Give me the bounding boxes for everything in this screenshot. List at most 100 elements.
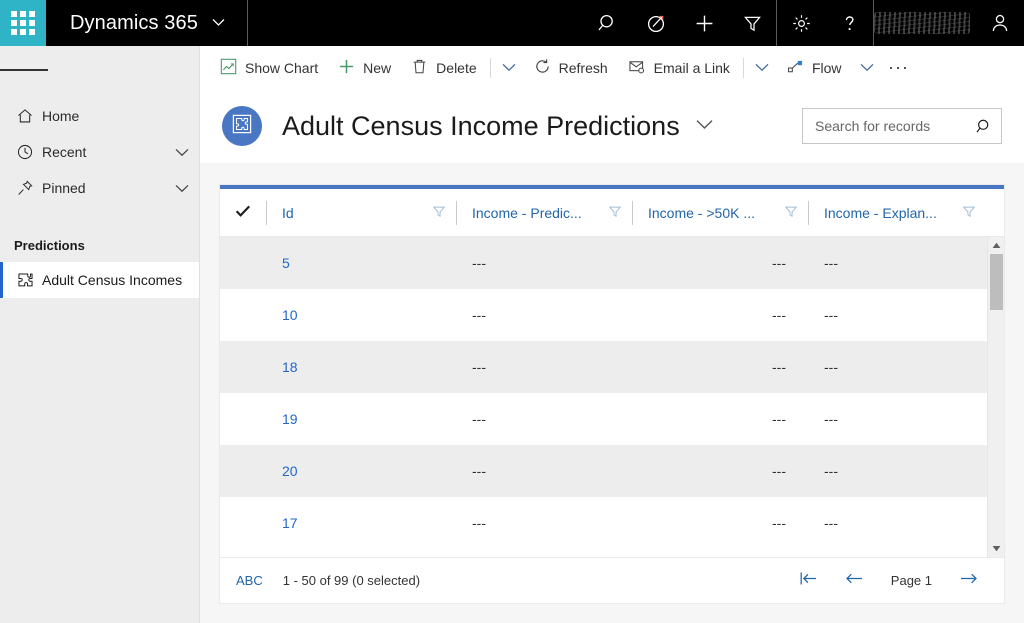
more-commands-button[interactable]: ···: [882, 46, 916, 89]
chevron-down-icon: [755, 59, 769, 77]
filter-funnel-icon[interactable]: [962, 204, 976, 221]
previous-page-button[interactable]: [835, 564, 875, 598]
user-avatar-button[interactable]: [976, 0, 1024, 46]
chevron-down-icon: [696, 117, 713, 135]
topnav-divider-1: [247, 0, 248, 46]
search-icon[interactable]: [976, 118, 993, 135]
envelope-link-icon: [628, 58, 646, 78]
sidebar-item-label: Adult Census Incomes: [42, 272, 199, 288]
flow-label: Flow: [812, 60, 842, 76]
table-row[interactable]: 5---------: [220, 237, 987, 289]
cell-income-gt50k: ---: [632, 307, 808, 323]
search-records-box[interactable]: [802, 108, 1002, 144]
settings-button[interactable]: [777, 0, 825, 46]
command-separator: [743, 58, 744, 78]
caret-down-icon[interactable]: [988, 540, 1005, 557]
help-button[interactable]: [825, 0, 873, 46]
global-search-button[interactable]: [584, 0, 632, 46]
cell-id[interactable]: 10: [266, 307, 456, 323]
column-header-income-gt50k[interactable]: Income - >50K ...: [632, 189, 808, 236]
show-chart-button[interactable]: Show Chart: [210, 46, 328, 89]
pin-icon: [16, 179, 42, 197]
cell-id[interactable]: 18: [266, 359, 456, 375]
select-all-header[interactable]: [220, 189, 266, 236]
sidebar-item-label: Pinned: [42, 180, 165, 196]
table-row[interactable]: 19---------: [220, 393, 987, 445]
cell-id[interactable]: 5: [266, 255, 456, 271]
email-a-link-button[interactable]: Email a Link: [618, 46, 740, 89]
sidebar-item-pinned[interactable]: Pinned: [0, 170, 199, 206]
sidebar-item-home[interactable]: Home: [0, 98, 199, 134]
chevron-down-icon[interactable]: [165, 148, 199, 157]
cell-income-explanation: ---: [808, 307, 986, 323]
quick-create-button[interactable]: [680, 0, 728, 46]
cell-income-predicted: ---: [456, 411, 632, 427]
refresh-button[interactable]: Refresh: [524, 46, 618, 89]
trash-icon: [411, 58, 428, 78]
checkmark-icon: [234, 202, 252, 223]
cell-id[interactable]: 20: [266, 463, 456, 479]
refresh-icon: [534, 58, 551, 78]
cell-income-predicted: ---: [456, 307, 632, 323]
left-sidebar: Home Recent Pinned: [0, 46, 200, 623]
assistant-button[interactable]: [632, 0, 680, 46]
top-navigation-bar: Dynamics 365: [0, 0, 1024, 46]
next-page-button[interactable]: [948, 564, 988, 598]
column-header-income-explanation[interactable]: Income - Explan...: [808, 189, 986, 236]
arrow-right-icon: [959, 571, 978, 591]
first-page-icon: [799, 571, 818, 591]
cell-id[interactable]: 19: [266, 411, 456, 427]
column-header-label: Income - Predic...: [472, 205, 582, 221]
sidebar-toggle-button[interactable]: [0, 50, 48, 90]
grid-vertical-scrollbar[interactable]: [987, 237, 1004, 557]
chevron-down-icon: [860, 59, 874, 77]
scrollbar-track[interactable]: [988, 254, 1005, 540]
quick-create-icon: [694, 13, 715, 34]
column-header-label: Id: [282, 205, 294, 221]
cell-income-predicted: ---: [456, 515, 632, 531]
new-button[interactable]: New: [328, 46, 401, 89]
alpha-filter-button[interactable]: ABC: [236, 573, 263, 588]
app-launcher-button[interactable]: [0, 0, 46, 46]
brand-button[interactable]: Dynamics 365: [46, 0, 247, 46]
sidebar-group-predictions: Predictions: [0, 228, 199, 262]
flow-dropdown-chevron[interactable]: [852, 46, 882, 89]
chevron-down-icon[interactable]: [165, 184, 199, 193]
email-dropdown-chevron[interactable]: [747, 46, 777, 89]
filter-funnel-icon[interactable]: [432, 204, 446, 221]
filter-icon: [742, 13, 763, 34]
cell-income-gt50k: ---: [632, 411, 808, 427]
table-row[interactable]: 17---------: [220, 497, 987, 549]
chart-icon: [220, 58, 237, 78]
delete-button[interactable]: Delete: [401, 46, 486, 89]
scrollbar-thumb[interactable]: [990, 254, 1003, 310]
refresh-label: Refresh: [559, 60, 608, 76]
show-chart-label: Show Chart: [245, 60, 318, 76]
cell-income-gt50k: ---: [632, 255, 808, 271]
column-header-income-predicted[interactable]: Income - Predic...: [456, 189, 632, 236]
delete-dropdown-chevron[interactable]: [494, 46, 524, 89]
flow-button[interactable]: Flow: [777, 46, 852, 89]
filter-funnel-icon[interactable]: [608, 204, 622, 221]
filter-funnel-icon[interactable]: [784, 204, 798, 221]
table-row[interactable]: 10---------: [220, 289, 987, 341]
column-header-id[interactable]: Id: [266, 189, 456, 236]
delete-label: Delete: [436, 60, 476, 76]
search-icon: [598, 13, 619, 34]
first-page-button[interactable]: [789, 564, 829, 598]
sidebar-item-recent[interactable]: Recent: [0, 134, 199, 170]
settings-gear-icon: [791, 13, 812, 34]
table-row[interactable]: 18---------: [220, 341, 987, 393]
filter-button[interactable]: [728, 0, 776, 46]
caret-up-icon[interactable]: [988, 237, 1005, 254]
cell-id[interactable]: 17: [266, 515, 456, 531]
table-row[interactable]: 20---------: [220, 445, 987, 497]
view-selector-chevron[interactable]: [696, 117, 713, 135]
chevron-down-icon: [212, 14, 225, 32]
user-name-redacted: [874, 12, 970, 34]
search-input[interactable]: [815, 118, 976, 134]
cell-income-predicted: ---: [456, 463, 632, 479]
puzzle-piece-icon: [16, 271, 42, 290]
sidebar-item-adult-census-incomes[interactable]: Adult Census Incomes: [0, 262, 199, 298]
sidebar-item-label: Recent: [42, 144, 165, 160]
